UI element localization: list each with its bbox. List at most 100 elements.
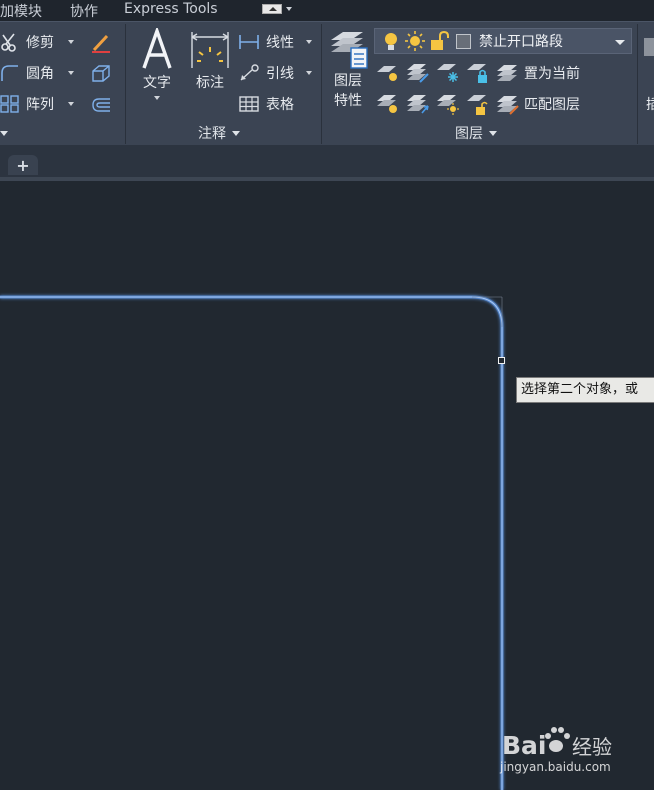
chevron-down-icon[interactable] <box>68 102 74 106</box>
text-label: 文字 <box>143 75 171 91</box>
trim-button[interactable]: 修剪 <box>0 32 74 52</box>
tab-express-tools[interactable]: Express Tools <box>124 1 218 17</box>
layer-stack-arrow-icon <box>407 64 429 83</box>
command-prompt-tooltip: 选择第二个对象，或 <box>516 377 654 403</box>
layer-off-button[interactable] <box>376 93 400 115</box>
match-layer-label: 匹配图层 <box>524 97 580 113</box>
array-label: 阵列 <box>26 97 54 113</box>
explode-button[interactable] <box>90 63 112 85</box>
chevron-down-icon[interactable] <box>154 96 160 100</box>
chevron-down-icon[interactable] <box>286 7 292 11</box>
chevron-down-icon[interactable] <box>0 130 8 136</box>
current-layer-dropdown[interactable]: 禁止开口路段 <box>374 28 632 54</box>
layer-color-swatch <box>456 33 471 49</box>
layer-unlock-button[interactable] <box>466 93 490 115</box>
fillet-button[interactable]: 圆角 <box>0 63 74 83</box>
layer-bulb-off-icon <box>377 95 397 113</box>
panel-divider <box>125 24 126 144</box>
chevron-down-icon[interactable] <box>489 130 497 136</box>
layer-properties-button[interactable]: 图层 特性 <box>326 26 370 110</box>
plus-icon: + <box>16 155 30 175</box>
chevron-down-icon[interactable] <box>232 130 240 136</box>
layer-lock-icon <box>467 64 487 83</box>
tab-collaborate[interactable]: 协作 <box>70 1 98 21</box>
drawing-canvas[interactable] <box>0 181 654 790</box>
linear-dim-icon <box>239 35 259 49</box>
fillet-label: 圆角 <box>26 66 54 82</box>
table-label: 表格 <box>266 97 294 113</box>
insert-button[interactable]: 插 <box>646 94 654 114</box>
layers-footer-label: 图层 <box>455 126 483 142</box>
layer-bulb-icon <box>377 66 397 81</box>
panel-divider <box>637 24 638 144</box>
erase-button[interactable] <box>90 32 112 54</box>
watermark-url: jingyan.baidu.com <box>500 760 611 774</box>
new-drawing-tab-button[interactable]: + <box>8 155 38 175</box>
insert-icon[interactable] <box>644 38 654 56</box>
linear-label: 线性 <box>266 35 294 51</box>
minimize-ribbon-button[interactable] <box>262 4 282 14</box>
tab-addins[interactable]: 加模块 <box>0 1 42 21</box>
dimension-label: 标注 <box>196 75 224 91</box>
ribbon: 修剪 圆角 阵列 文字 标注 线性 引线 表格 注释 图层 特性 禁止开口路段 … <box>0 21 654 145</box>
set-current-label: 置为当前 <box>524 66 580 82</box>
layer-freeze-button[interactable] <box>406 62 430 84</box>
table-icon <box>239 96 259 112</box>
insert-label: 插 <box>646 97 654 113</box>
layer-isolate-button[interactable] <box>376 62 400 84</box>
lightbulb-on-icon <box>385 33 397 50</box>
layer-set-current-icon <box>497 65 517 81</box>
chevron-down-icon[interactable] <box>68 40 74 44</box>
layer-arrow-icon <box>407 95 429 114</box>
layer-walk-button[interactable] <box>406 93 430 115</box>
current-layer-name: 禁止开口路段 <box>479 34 563 50</box>
match-layer-button[interactable]: 匹配图层 <box>496 93 580 115</box>
array-button[interactable]: 阵列 <box>0 94 74 114</box>
dimension-button[interactable]: 标注 <box>189 28 231 92</box>
cube-icon <box>92 65 110 82</box>
text-a-icon <box>142 28 172 69</box>
leader-label: 引线 <box>266 66 294 82</box>
layer-match-icon <box>497 96 519 115</box>
selected-polyline-shape[interactable] <box>0 181 654 790</box>
dimension-icon <box>191 32 229 68</box>
scissors-icon <box>1 33 16 52</box>
layer-lock-button[interactable] <box>466 62 490 84</box>
chevron-down-icon[interactable] <box>306 71 312 75</box>
offset-button[interactable] <box>90 94 112 116</box>
eraser-icon <box>92 34 110 53</box>
panel-divider <box>321 24 322 144</box>
layer-snowflake-button[interactable] <box>436 62 460 84</box>
layer-sun-icon <box>437 95 459 115</box>
set-current-layer-button[interactable]: 置为当前 <box>496 62 580 84</box>
file-tab-bar: + <box>0 145 654 181</box>
text-button[interactable]: 文字 <box>138 28 176 100</box>
ribbon-tab-bar: 加模块 协作 Express Tools <box>0 0 654 21</box>
annotation-footer-label: 注释 <box>198 126 226 142</box>
layer-properties-label-2: 特性 <box>334 93 362 109</box>
layer-thaw-button[interactable] <box>436 93 460 115</box>
layer-snowflake-icon <box>437 64 458 82</box>
modify-panel-footer[interactable] <box>0 122 8 144</box>
chevron-down-icon[interactable] <box>615 40 625 45</box>
array-icon <box>0 95 19 113</box>
chevron-down-icon[interactable] <box>306 40 312 44</box>
offset-icon <box>92 98 110 112</box>
table-button[interactable]: 表格 <box>238 94 294 114</box>
svg-text:Bai: Bai <box>502 731 547 760</box>
watermark: Bai 经验 jingyan.baidu.com <box>498 718 638 780</box>
layer-stack-icon <box>331 32 368 69</box>
annotation-panel-footer[interactable]: 注释 <box>198 122 240 144</box>
layers-panel-footer[interactable]: 图层 <box>455 122 497 144</box>
unlock-icon <box>431 30 449 50</box>
svg-text:经验: 经验 <box>572 735 612 759</box>
fillet-icon <box>1 65 18 81</box>
sun-icon <box>405 31 425 51</box>
baidu-paw-logo: Bai 经验 <box>502 727 612 760</box>
leader-icon <box>240 64 259 81</box>
snap-grip-marker[interactable] <box>498 357 505 364</box>
layer-unlock-icon <box>467 95 488 115</box>
leader-button[interactable]: 引线 <box>238 63 312 83</box>
chevron-down-icon[interactable] <box>68 71 74 75</box>
linear-dimension-button[interactable]: 线性 <box>238 32 312 52</box>
